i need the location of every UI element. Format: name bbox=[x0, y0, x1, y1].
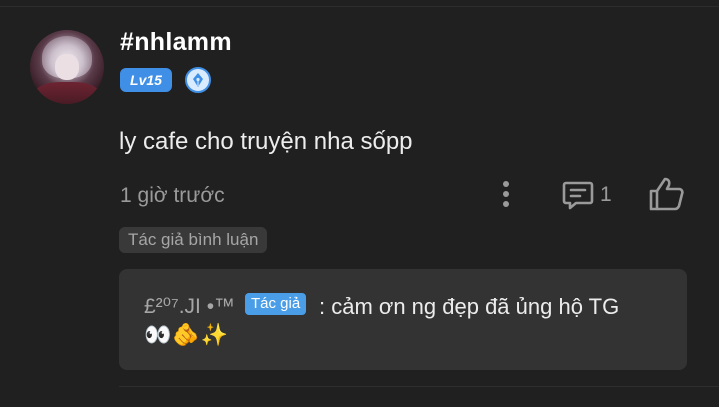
more-vertical-icon bbox=[503, 181, 509, 207]
avatar-face bbox=[55, 54, 79, 80]
level-badge: Lv15 bbox=[120, 68, 172, 92]
reply-emoji: 👀🫵✨ bbox=[144, 322, 230, 347]
reply-preview[interactable]: £²⁰⁷.JI •™ Tác giả : cảm ơn ng đẹp đã ủn… bbox=[119, 269, 687, 370]
comment-icon bbox=[562, 181, 594, 210]
reply-count: 1 bbox=[600, 183, 612, 206]
reply-author-name[interactable]: £²⁰⁷.JI •™ bbox=[144, 294, 235, 319]
author-badge: Tác giả bbox=[245, 293, 307, 315]
bottom-divider bbox=[119, 386, 719, 387]
avatar-shoulder bbox=[34, 82, 100, 104]
username[interactable]: #nhlamm bbox=[120, 28, 232, 57]
thumbs-up-icon bbox=[649, 177, 684, 211]
author-comment-tag: Tác giả bình luận bbox=[119, 227, 268, 253]
reply-button[interactable]: 1 bbox=[562, 178, 622, 212]
timestamp: 1 giờ trước bbox=[120, 184, 225, 207]
more-options-button[interactable] bbox=[493, 178, 519, 212]
avatar[interactable] bbox=[30, 30, 104, 104]
pen-nib-icon bbox=[185, 67, 211, 93]
reply-text: : cảm ơn ng đẹp đã ủng hộ TG bbox=[319, 294, 620, 319]
comment-item: #nhlamm Lv15 ly cafe cho truyện nha sốpp… bbox=[0, 0, 719, 407]
comment-text: ly cafe cho truyện nha sốpp bbox=[119, 128, 413, 155]
like-button[interactable] bbox=[648, 176, 686, 212]
